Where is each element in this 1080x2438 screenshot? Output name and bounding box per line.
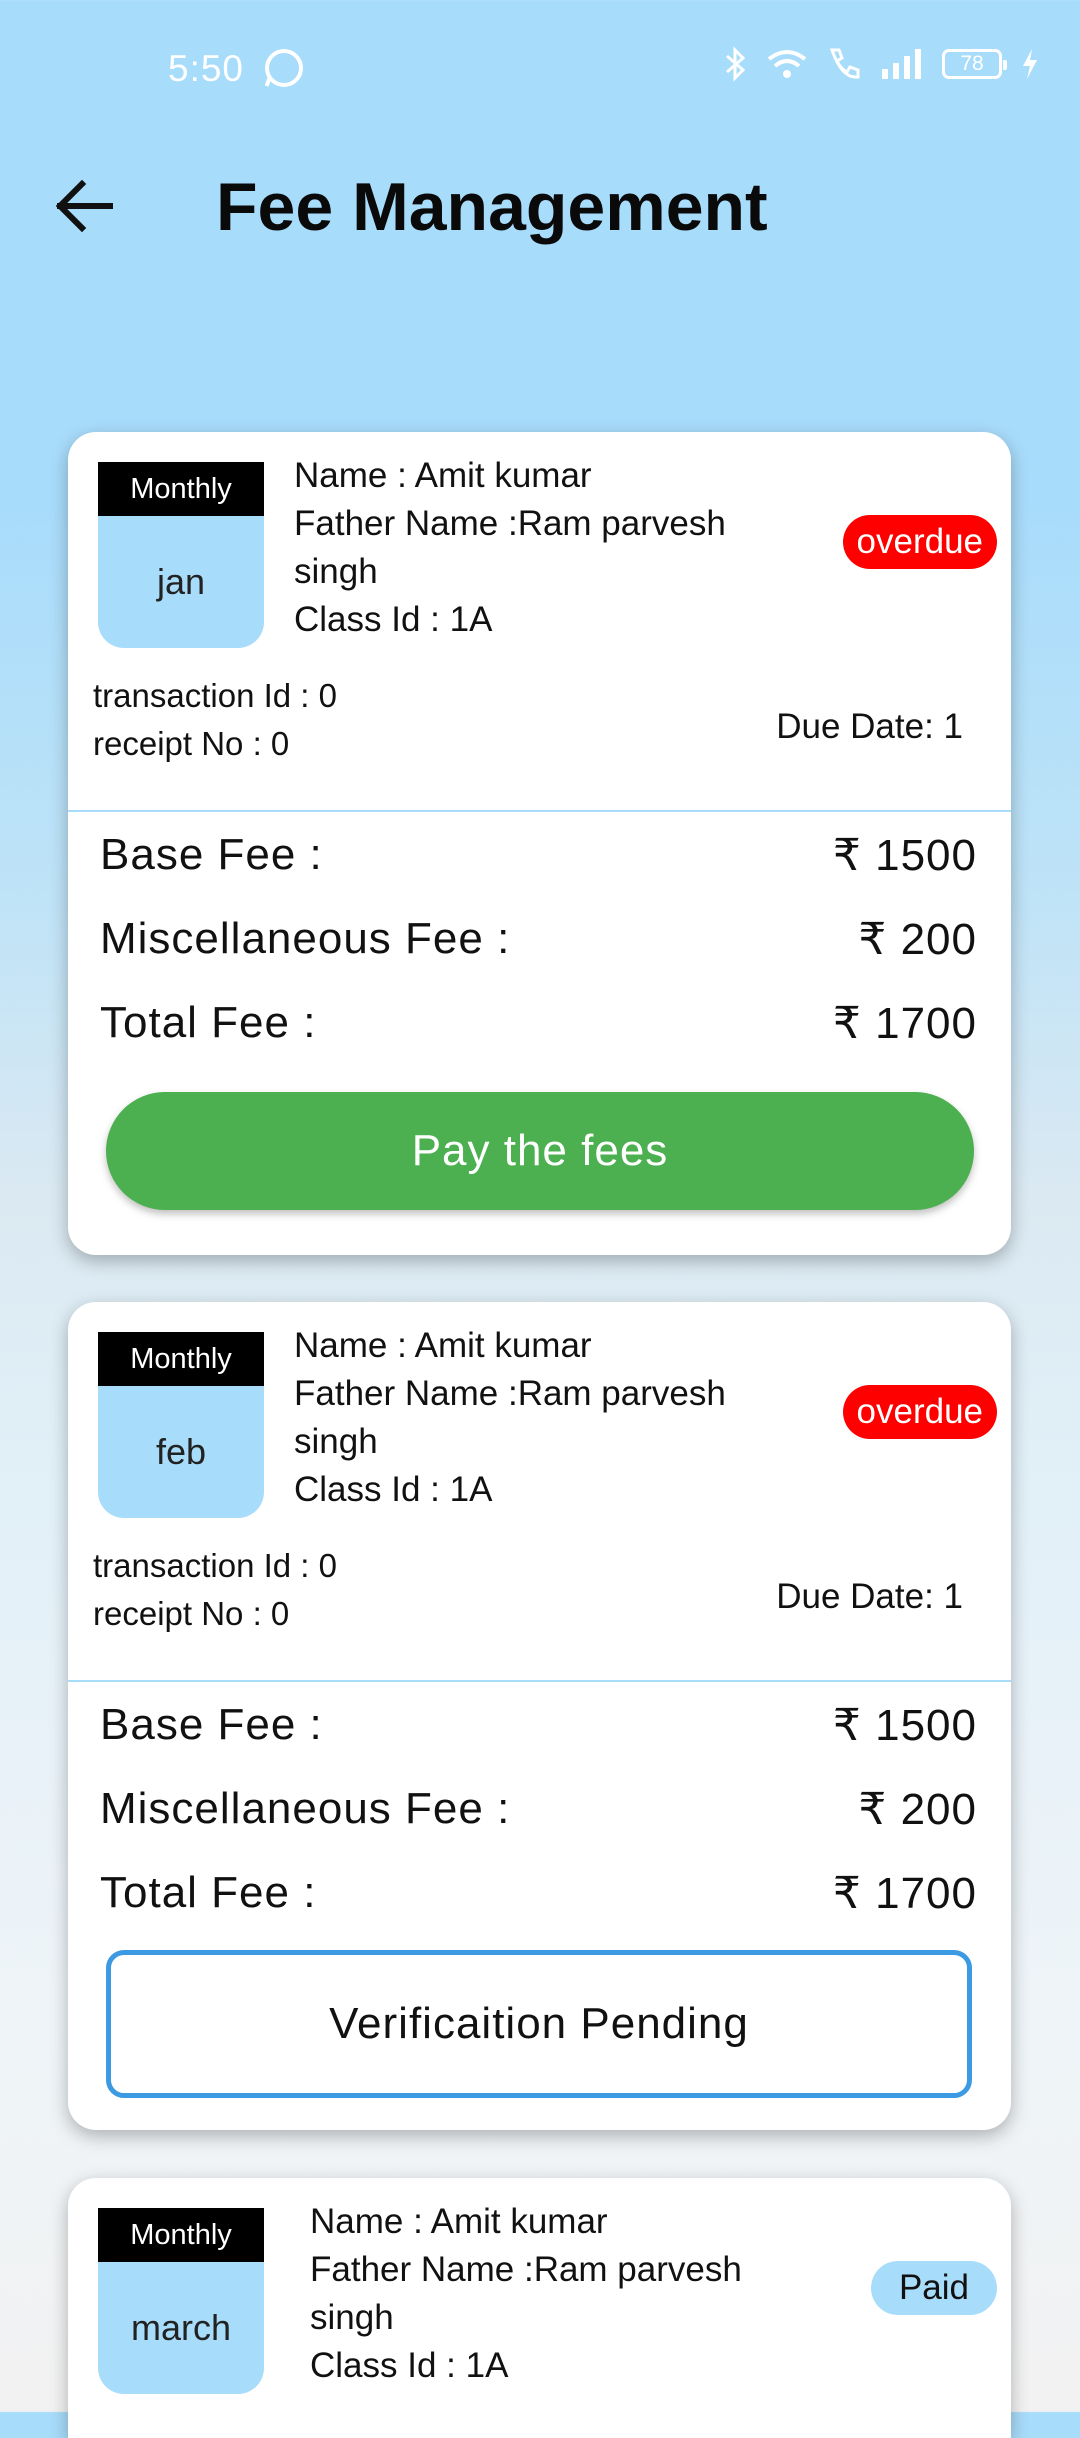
wifi-icon [767,50,807,78]
status-time: 5:50 [168,48,245,89]
fee-breakdown: Base Fee : ₹ 1500 Miscellaneous Fee : ₹ … [68,812,1011,1255]
fee-breakdown: Base Fee : ₹ 1500 Miscellaneous Fee : ₹ … [68,1682,1011,2130]
status-badge: Paid [870,2261,997,2315]
student-info: Name : Amit kumar Father Name :Ram parve… [310,2198,780,2390]
receipt-no: receipt No : 0 [93,1595,290,1632]
fee-card: Monthly feb Name : Amit kumar Father Nam… [68,1302,1011,2130]
misc-fee-label: Miscellaneous Fee : [100,1784,511,1833]
battery-icon: 78 [942,49,1007,79]
call-icon [829,48,860,79]
month-badge: Monthly jan [98,462,264,648]
app-bar: Fee Management [0,150,1080,260]
frequency-label: Monthly [98,1332,264,1386]
pay-fees-button[interactable]: Pay the fees [106,1092,974,1210]
misc-fee-row: Miscellaneous Fee : ₹ 200 [100,914,977,965]
month-label: jan [156,561,206,602]
father-name: Father Name :Ram parvesh singh [310,2250,742,2337]
base-fee-label: Base Fee : [100,830,323,879]
total-fee-label: Total Fee : [100,1868,317,1917]
receipt-no: receipt No : 0 [93,725,290,762]
base-fee-value: ₹ 1500 [832,1701,977,1750]
month-badge: Monthly feb [98,1332,264,1518]
total-fee-label: Total Fee : [100,998,317,1047]
fee-card: Monthly march Name : Amit kumar Father N… [68,2178,1011,2438]
misc-fee-value: ₹ 200 [858,915,977,964]
student-name: Name : Amit kumar [310,2202,608,2241]
bluetooth-icon [726,46,746,82]
base-fee-value: ₹ 1500 [832,831,977,880]
total-fee-value: ₹ 1700 [832,1869,977,1918]
fee-card: Monthly jan Name : Amit kumar Father Nam… [68,432,1011,1255]
father-name: Father Name :Ram parvesh singh [294,1374,726,1461]
total-fee-row: Total Fee : ₹ 1700 [100,1868,977,1919]
month-badge: Monthly march [98,2208,264,2394]
student-name: Name : Amit kumar [294,456,592,495]
student-name: Name : Amit kumar [294,1326,592,1365]
verification-pending-button[interactable]: Verificaition Pending [106,1950,972,2098]
status-icons: 78 [724,46,1040,82]
class-id: Class Id : 1A [294,600,493,639]
father-name: Father Name :Ram parvesh singh [294,504,726,591]
transaction-info: transaction Id : 0 receipt No : 0 [93,672,337,768]
base-fee-row: Base Fee : ₹ 1500 [100,830,977,881]
class-id: Class Id : 1A [310,2346,509,2385]
total-fee-row: Total Fee : ₹ 1700 [100,998,977,1049]
misc-fee-value: ₹ 200 [858,1785,977,1834]
student-info: Name : Amit kumar Father Name :Ram parve… [294,452,764,644]
transaction-id: transaction Id : 0 [93,677,337,714]
total-fee-value: ₹ 1700 [832,999,977,1048]
class-id: Class Id : 1A [294,1470,493,1509]
status-badge: overdue [842,1385,997,1439]
page-title: Fee Management [216,169,768,245]
battery-level: 78 [960,52,984,75]
arrow-left-icon[interactable] [52,178,116,234]
due-date: Due Date: 1 [776,1577,963,1616]
base-fee-label: Base Fee : [100,1700,323,1749]
transaction-id: transaction Id : 0 [93,1547,337,1584]
status-bar: 5:50 78 [0,0,1080,140]
month-label: feb [155,1431,207,1472]
student-info: Name : Amit kumar Father Name :Ram parve… [294,1322,764,1514]
charging-icon [1023,49,1037,79]
status-badge: overdue [842,515,997,569]
signal-icon [882,49,921,79]
misc-fee-row: Miscellaneous Fee : ₹ 200 [100,1784,977,1835]
transaction-info: transaction Id : 0 receipt No : 0 [93,1542,337,1638]
whatsapp-icon [265,49,303,87]
frequency-label: Monthly [98,462,264,516]
frequency-label: Monthly [98,2208,264,2262]
misc-fee-label: Miscellaneous Fee : [100,914,511,963]
base-fee-row: Base Fee : ₹ 1500 [100,1700,977,1751]
month-label: march [130,2307,232,2348]
due-date: Due Date: 1 [776,707,963,746]
